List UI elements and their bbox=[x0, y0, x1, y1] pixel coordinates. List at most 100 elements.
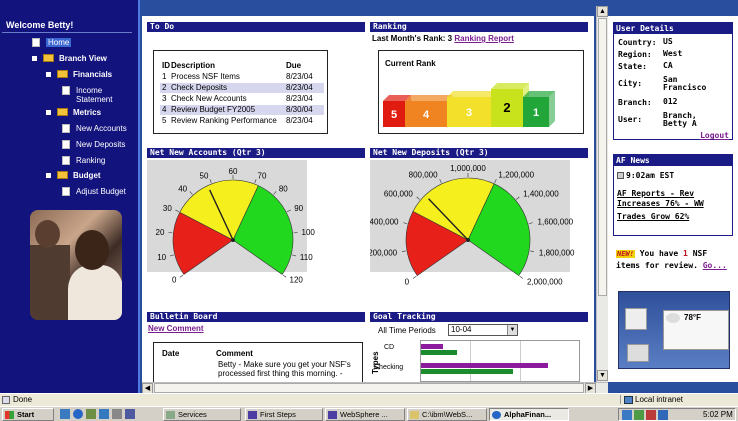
news-icon bbox=[617, 172, 624, 179]
weather-logo-icon bbox=[625, 308, 647, 330]
nav-income-statement[interactable]: Income Statement bbox=[62, 86, 116, 104]
goal-title: Goal Tracking bbox=[370, 312, 588, 322]
region-value: West bbox=[663, 49, 683, 58]
rank-value: 5 bbox=[391, 109, 397, 121]
status-text: Done bbox=[13, 395, 33, 404]
weather-thumb-icon bbox=[627, 344, 649, 362]
gauge-tick bbox=[439, 179, 442, 184]
gauge-tick bbox=[169, 254, 174, 257]
nav-ranking[interactable]: Ranking bbox=[62, 156, 105, 165]
taskbar-alphafinance[interactable]: AlphaFinan... bbox=[489, 408, 569, 421]
todo-row[interactable]: 2 Check Deposits 8/23/04 bbox=[160, 83, 324, 93]
news-headline-link[interactable]: AF Reports - Rev Increases 76% - WW bbox=[617, 189, 733, 209]
taskbar: Start Services First Steps WebSphere ...… bbox=[0, 406, 738, 421]
nav-financials[interactable]: Financials bbox=[46, 70, 112, 79]
nav-home[interactable]: Home bbox=[32, 38, 72, 47]
scroll-thumb[interactable] bbox=[598, 18, 607, 296]
ranking-panel: Ranking Last Month's Rank: 3 Ranking Rep… bbox=[370, 22, 588, 140]
hscroll-thumb[interactable] bbox=[154, 383, 584, 393]
nav-budget[interactable]: Budget bbox=[46, 171, 101, 180]
tray-icon[interactable] bbox=[622, 410, 632, 420]
weather-temp: 78°F bbox=[684, 313, 701, 322]
taskbar-websphere[interactable]: WebSphere ... bbox=[325, 408, 405, 421]
logout-link[interactable]: Logout bbox=[700, 131, 729, 140]
page-icon bbox=[32, 38, 40, 47]
user-value: Branch, Betty A bbox=[663, 111, 697, 128]
nav-branch-view[interactable]: Branch View bbox=[32, 54, 107, 63]
gauge-tick bbox=[209, 179, 212, 184]
rank-value: 3 bbox=[466, 107, 472, 119]
goal-panel: Goal Tracking All Time Periods 10-04 ▼ T… bbox=[370, 312, 588, 382]
goal-bar bbox=[421, 369, 513, 374]
accounts-gauge: 0 10 20 30 40 50 60 70 80 90 100 110 120 bbox=[156, 167, 316, 285]
gauge-tick-label: 120 bbox=[290, 276, 304, 285]
nav-new-accounts[interactable]: New Accounts bbox=[62, 124, 127, 133]
start-button[interactable]: Start bbox=[2, 408, 54, 421]
nav-metrics[interactable]: Metrics bbox=[46, 108, 101, 117]
gauge-tick-label: 400,000 bbox=[370, 217, 399, 226]
gauge-tick bbox=[416, 196, 420, 200]
gauge-tick-label: 10 bbox=[157, 253, 166, 262]
app-icon[interactable] bbox=[86, 409, 96, 419]
current-rank-box: Current Rank 5 4 3 2 1 bbox=[378, 50, 584, 134]
gauge-tick bbox=[516, 196, 520, 200]
gauge-tick-label: 20 bbox=[156, 228, 165, 237]
taskbar-first-steps[interactable]: First Steps bbox=[245, 408, 323, 421]
app-icon[interactable] bbox=[125, 409, 135, 419]
ranking-title: Ranking bbox=[370, 22, 588, 32]
nav-adjust-budget[interactable]: Adjust Budget bbox=[62, 187, 126, 196]
gauge-tick bbox=[286, 209, 291, 213]
ie-icon[interactable] bbox=[73, 409, 83, 419]
app-icon[interactable] bbox=[99, 409, 109, 419]
gauge-tick bbox=[494, 179, 497, 184]
todo-row[interactable]: 3 Check New Accounts 8/23/04 bbox=[160, 94, 324, 104]
welcome-heading: Welcome Betty! bbox=[2, 0, 132, 33]
tray-icon[interactable] bbox=[658, 410, 668, 420]
gauge-tick-label: 2,000,000 bbox=[527, 277, 563, 286]
gauge-tick-label: 70 bbox=[258, 172, 267, 181]
state-value: CA bbox=[663, 61, 673, 70]
system-tray: 5:02 PM bbox=[618, 408, 736, 421]
right-sidebar: User Details Country: US Region: West Stat… bbox=[608, 16, 738, 382]
todo-row[interactable]: 5 Review Ranking Performance 8/23/04 bbox=[160, 116, 324, 126]
todo-panel: To Do ID Description Due 1 Process NSF It… bbox=[147, 22, 365, 140]
gauge-tick bbox=[401, 250, 407, 252]
left-navigation: Welcome Betty! Home Branch View Financia… bbox=[0, 0, 140, 393]
todo-row[interactable]: 1 Process NSF Items 8/23/04 bbox=[160, 72, 324, 82]
nav-new-deposits[interactable]: New Deposits bbox=[62, 140, 125, 149]
gauge-tick-label: 0 bbox=[172, 276, 177, 285]
new-comment-link[interactable]: New Comment bbox=[148, 324, 204, 333]
gauge-tick bbox=[175, 209, 180, 213]
vertical-scrollbar[interactable]: ▲ ▼ bbox=[596, 6, 608, 382]
new-badge-icon: NEW! bbox=[616, 250, 635, 258]
weather-widget[interactable]: 78°F bbox=[618, 291, 730, 369]
taskbar-services[interactable]: Services bbox=[163, 408, 241, 421]
period-select[interactable]: 10-04 ▼ bbox=[448, 324, 518, 336]
todo-header: ID Description Due bbox=[162, 61, 302, 70]
gauge-tick bbox=[273, 191, 277, 195]
news-headline-link-2[interactable]: Trades Grow 62% bbox=[617, 212, 733, 221]
date-header: Date bbox=[162, 349, 180, 358]
people-photo bbox=[30, 210, 122, 320]
gauge-tick-label: 800,000 bbox=[409, 171, 438, 180]
gauge-tick bbox=[292, 254, 297, 257]
comment-header: Comment bbox=[216, 349, 253, 358]
rank-value: 2 bbox=[503, 100, 510, 115]
app-icon[interactable] bbox=[112, 409, 122, 419]
goal-cat-checking: Checking bbox=[374, 364, 404, 371]
horizontal-scrollbar[interactable]: ◀ ▶ bbox=[142, 382, 608, 394]
ie-icon bbox=[492, 411, 501, 419]
scroll-down-icon[interactable]: ▼ bbox=[597, 370, 608, 381]
nsf-go-link[interactable]: Go... bbox=[703, 261, 727, 270]
taskbar-explorer[interactable]: C:\ibm\WebS... bbox=[407, 408, 487, 421]
city-value: San Francisco bbox=[663, 75, 707, 92]
todo-row[interactable]: 4 Review Budget FY2005 8/30/04 bbox=[160, 105, 324, 115]
gauge-tick-label: 200,000 bbox=[370, 249, 398, 258]
ranking-report-link[interactable]: Ranking Report bbox=[454, 34, 514, 43]
scroll-up-icon[interactable]: ▲ bbox=[597, 6, 608, 17]
desktop-icon[interactable] bbox=[60, 409, 70, 419]
tray-icon[interactable] bbox=[634, 410, 644, 420]
gauge-hub bbox=[231, 238, 235, 242]
goal-bar bbox=[421, 363, 548, 368]
tray-icon[interactable] bbox=[646, 410, 656, 420]
